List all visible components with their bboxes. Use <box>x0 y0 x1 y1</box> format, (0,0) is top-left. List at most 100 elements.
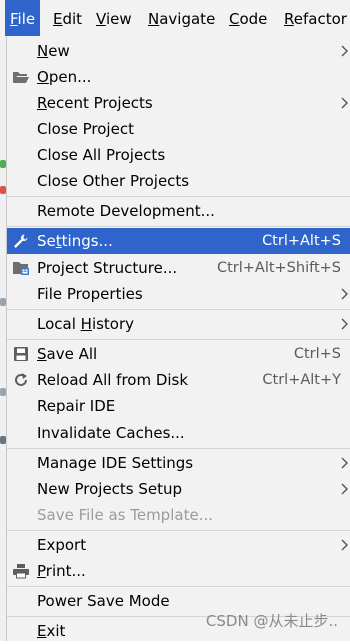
menu-item-project-structure[interactable]: Project Structure... Ctrl+Alt+Shift+S <box>7 255 350 281</box>
label-text: pen... <box>48 68 92 86</box>
menu-item-export[interactable]: Export <box>7 532 350 558</box>
menu-file[interactable]: File <box>5 0 41 36</box>
menu-code-mnemonic: C <box>229 10 240 28</box>
submenu-arrow-icon <box>341 97 348 109</box>
menu-separator <box>7 530 350 531</box>
label-text: ew <box>48 42 70 60</box>
menu-item-save-all[interactable]: Save All Ctrl+S <box>7 341 350 367</box>
menu-item-local-history[interactable]: Local History <box>7 311 350 337</box>
menu-item-new[interactable]: New <box>7 38 350 64</box>
mnemonic: N <box>37 42 49 60</box>
menu-item-settings[interactable]: Settings... Ctrl+Alt+S <box>7 228 350 254</box>
mnemonic: S <box>37 345 47 363</box>
save-icon <box>14 347 28 361</box>
menu-item-project-structure-shortcut: Ctrl+Alt+Shift+S <box>216 260 341 276</box>
menu-separator <box>7 196 350 197</box>
menu-item-invalidate-caches-label: Invalidate Caches... <box>37 424 185 442</box>
menu-item-print[interactable]: Print... <box>7 558 350 584</box>
menu-item-reload-all[interactable]: Reload All from Disk Ctrl+Alt+Y <box>7 367 350 393</box>
menu-navigate-mnemonic: N <box>148 10 160 28</box>
submenu-arrow-icon <box>341 318 348 330</box>
label-text: tings... <box>61 232 113 250</box>
menu-item-open[interactable]: Open... <box>7 64 350 90</box>
menu-refactor[interactable]: Refactor <box>279 0 350 36</box>
menu-code[interactable]: Code <box>224 0 272 36</box>
menu-item-recent-projects-label: Recent Projects <box>37 90 153 116</box>
menu-navigate-label: avigate <box>159 10 216 28</box>
menu-item-invalidate-caches[interactable]: Invalidate Caches... <box>7 420 350 446</box>
submenu-arrow-icon <box>341 539 348 551</box>
menu-separator <box>7 586 350 587</box>
menu-item-new-label: New <box>37 38 70 64</box>
menu-file-mnemonic: F <box>10 10 18 28</box>
menu-item-project-structure-label: Project Structure... <box>37 259 178 277</box>
label-text: Local <box>37 315 81 333</box>
menu-item-repair-ide-label: Repair IDE <box>37 397 116 415</box>
menu-item-settings-label: Settings... <box>37 228 113 254</box>
menu-item-open-label: Open... <box>37 64 91 90</box>
menu-item-exit-label: Exit <box>37 618 65 644</box>
mnemonic: O <box>37 68 49 86</box>
menu-file-label: ile <box>17 10 36 28</box>
menu-item-file-properties[interactable]: File Properties <box>7 281 350 307</box>
menu-item-save-file-as-template-label: Save File as Template... <box>37 506 213 524</box>
menu-edit-label: dit <box>62 10 83 28</box>
submenu-arrow-icon <box>341 288 348 300</box>
reload-icon <box>15 373 27 386</box>
menu-item-close-all-projects[interactable]: Close All Projects <box>7 142 350 168</box>
menu-item-new-projects-setup[interactable]: New Projects Setup <box>7 476 350 502</box>
menu-bar: File Edit View Navigate Code Refactor <box>0 0 350 37</box>
menu-item-close-other-projects[interactable]: Close Other Projects <box>7 168 350 194</box>
project-structure-icon <box>13 262 29 275</box>
file-dropdown-menu: New Open... Recent Projects Close Projec… <box>6 36 350 641</box>
menu-navigate[interactable]: Navigate <box>143 0 220 36</box>
menu-item-power-save-mode-label: Power Save Mode <box>37 592 170 610</box>
menu-item-close-all-projects-label: Close All Projects <box>37 146 166 164</box>
menu-item-reload-all-label: Reload All from Disk <box>37 371 189 389</box>
mnemonic: R <box>37 94 47 112</box>
label-text: ave All <box>46 345 98 363</box>
wrench-icon <box>14 234 28 248</box>
menu-item-recent-projects[interactable]: Recent Projects <box>7 90 350 116</box>
submenu-arrow-icon <box>341 457 348 469</box>
submenu-arrow-icon <box>341 45 348 57</box>
menu-item-manage-ide-settings-label: Manage IDE Settings <box>37 454 194 472</box>
menu-item-print-label: Print... <box>37 558 86 584</box>
menu-item-local-history-label: Local History <box>37 311 134 337</box>
menu-separator <box>7 339 350 340</box>
menu-item-remote-development-label: Remote Development... <box>37 202 215 220</box>
menu-item-export-label: Export <box>37 536 87 554</box>
menu-item-reload-all-shortcut: Ctrl+Alt+Y <box>262 372 341 388</box>
menu-view[interactable]: View <box>91 0 137 36</box>
menu-item-settings-shortcut: Ctrl+Alt+S <box>262 233 341 249</box>
menu-separator <box>7 309 350 310</box>
label-text: rint... <box>45 562 86 580</box>
folder-open-icon <box>13 72 29 83</box>
menu-view-label: iew <box>105 10 132 28</box>
watermark: CSDN @从未止步.. <box>205 612 338 630</box>
menu-item-close-project[interactable]: Close Project <box>7 116 350 142</box>
menu-item-new-projects-setup-label: New Projects Setup <box>37 480 183 498</box>
label-text: Se <box>37 232 56 250</box>
label-text: istory <box>91 315 135 333</box>
menu-edit[interactable]: Edit <box>48 0 87 36</box>
label-text: xit <box>46 622 66 640</box>
menu-item-file-properties-label: File Properties <box>37 285 143 303</box>
menu-refactor-label: efactor <box>293 10 347 28</box>
label-text: ecent Projects <box>46 94 153 112</box>
mnemonic: P <box>37 562 46 580</box>
menu-item-save-all-shortcut: Ctrl+S <box>293 346 341 362</box>
menu-item-remote-development[interactable]: Remote Development... <box>7 198 350 224</box>
menu-view-mnemonic: V <box>96 10 106 28</box>
menu-item-close-project-label: Close Project <box>37 120 134 138</box>
submenu-arrow-icon <box>341 483 348 495</box>
menu-item-save-all-label: Save All <box>37 341 97 367</box>
menu-item-manage-ide-settings[interactable]: Manage IDE Settings <box>7 450 350 476</box>
mnemonic: H <box>80 315 92 333</box>
menu-code-label: ode <box>239 10 268 28</box>
menu-separator <box>7 226 350 227</box>
menu-item-repair-ide[interactable]: Repair IDE <box>7 393 350 419</box>
menu-item-save-file-as-template: Save File as Template... <box>7 502 350 528</box>
menu-refactor-mnemonic: R <box>284 10 294 28</box>
menu-item-close-other-projects-label: Close Other Projects <box>37 172 190 190</box>
